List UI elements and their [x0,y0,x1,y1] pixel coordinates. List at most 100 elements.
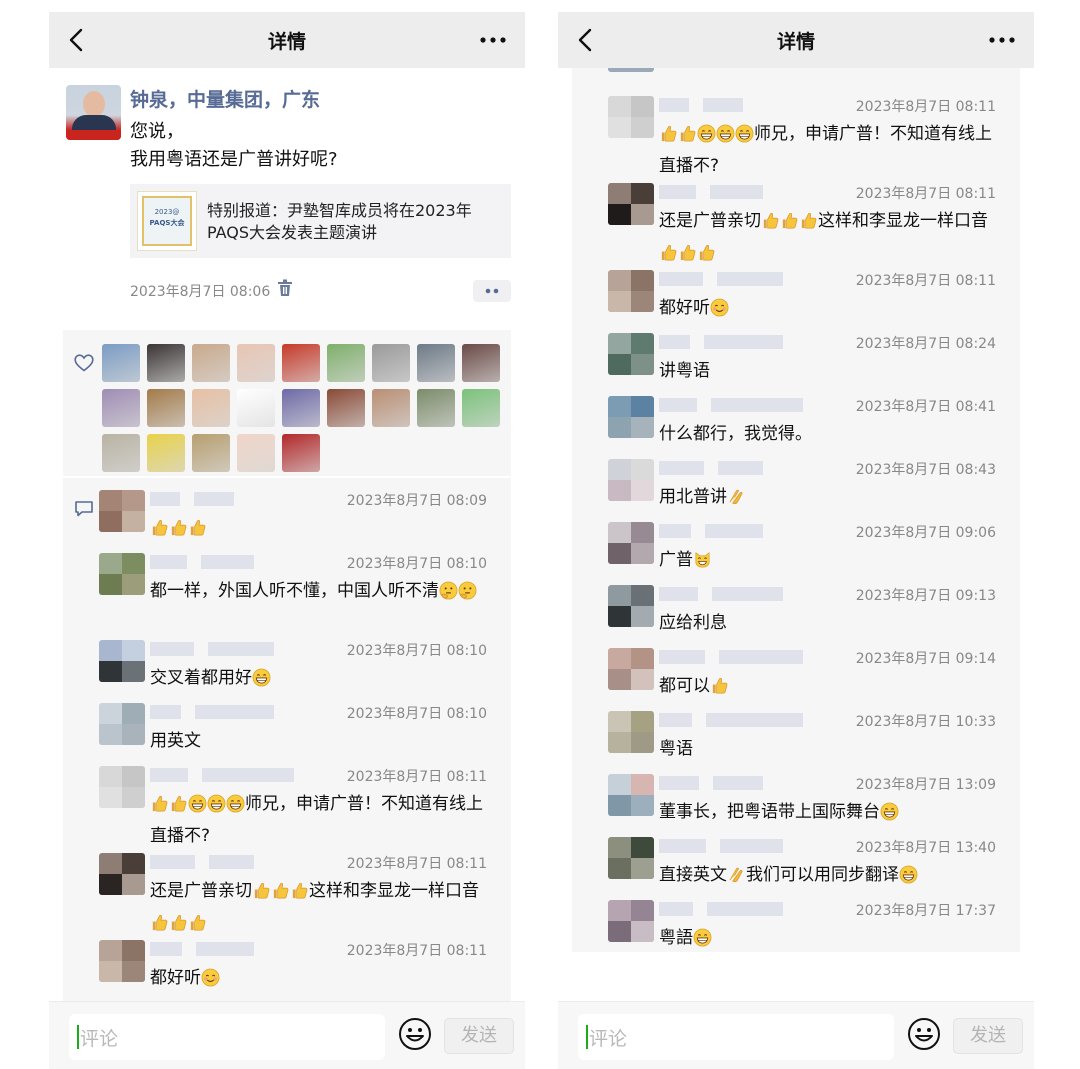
commenter-name-blurred[interactable] [150,768,300,784]
commenter-name-blurred[interactable] [659,713,809,729]
comment-input[interactable]: 评论 [578,1014,894,1060]
comment-timestamp: 2023年8月7日 08:11 [855,186,996,202]
commenter-avatar[interactable] [608,270,654,312]
commenter-avatar[interactable] [99,490,145,532]
comment-text: 都一样，外国人听不懂，中国人听不清 [150,577,492,609]
post-text-line: 我用粤语还是广普讲好呢? [130,149,338,170]
commenter-avatar[interactable] [608,585,654,627]
liker-avatar[interactable] [237,344,275,382]
commenter-avatar[interactable] [608,774,654,816]
liker-avatar[interactable] [102,389,140,427]
like-comment-menu-button[interactable] [473,280,511,302]
more-icon[interactable] [986,30,1018,50]
commenter-avatar[interactable] [608,459,654,501]
thumb-emoji-icon [780,211,799,239]
commenter-avatar[interactable] [608,837,654,879]
commenter-name-blurred[interactable] [659,902,809,918]
commenter-name-blurred[interactable] [659,335,809,351]
emoji-icon[interactable] [907,1017,941,1051]
commenter-name-blurred[interactable] [659,587,809,603]
comment-timestamp: 2023年8月7日 08:41 [855,399,996,415]
commenter-name-blurred[interactable] [150,642,300,658]
thumb-emoji-icon [150,913,169,941]
emoji-icon[interactable] [398,1017,432,1051]
commenter-avatar[interactable] [99,766,145,808]
commenter-avatar[interactable] [608,96,654,138]
commenter-name-blurred[interactable] [659,776,809,792]
comment-text: 师兄，申请广普！不知道有线上直播不? [150,794,483,846]
commenter-name-blurred[interactable] [659,272,809,288]
thumb-emoji-icon [799,211,818,239]
thumb-emoji-icon [678,124,697,152]
thumb-emoji-icon [659,124,678,152]
text-caret [586,1025,588,1049]
page-title: 详情 [776,31,815,53]
commenter-avatar[interactable] [99,853,145,895]
cat-emoji-icon [693,550,712,578]
commenter-avatar[interactable] [608,522,654,564]
send-button[interactable]: 发送 [444,1018,514,1054]
liker-avatar[interactable] [462,389,500,427]
liker-avatar[interactable] [417,344,455,382]
liker-avatar[interactable] [192,434,230,472]
commenter-avatar[interactable] [99,640,145,682]
commenter-name-blurred[interactable] [150,555,300,571]
commenter-avatar[interactable] [608,900,654,942]
liker-avatar[interactable] [237,389,275,427]
liker-avatar[interactable] [102,434,140,472]
commenter-avatar[interactable] [608,648,654,690]
commenter-name-blurred[interactable] [659,98,809,114]
commenter-name-blurred[interactable] [659,839,809,855]
liker-avatar[interactable] [282,344,320,382]
send-button[interactable]: 发送 [953,1018,1023,1054]
comment-timestamp: 2023年8月7日 13:40 [855,840,996,856]
liker-avatar[interactable] [327,389,365,427]
post-detail-content: 钟泉，中量集团，广东 您说， 我用粤语还是广普讲好呢? 2023@ PAQS大会 … [49,68,525,1001]
commenter-avatar[interactable] [99,940,145,982]
comment-text: 都可以 [659,672,1001,704]
navigation-bar: 详情 [49,12,525,68]
liker-avatar[interactable] [372,344,410,382]
comment-text: 师兄，申请广普！不知道有线上直播不? [659,124,992,176]
commenter-name-blurred[interactable] [150,942,300,958]
commenter-name-blurred[interactable] [659,650,809,666]
liker-avatar[interactable] [462,344,500,382]
commenter-avatar[interactable] [99,703,145,745]
post-author-name[interactable]: 钟泉，中量集团，广东 [130,85,320,112]
commenter-name-blurred[interactable] [659,185,809,201]
comment-input[interactable]: 评论 [69,1014,385,1060]
commenter-avatar[interactable] [608,68,654,72]
liker-avatar[interactable] [327,344,365,382]
commenter-avatar[interactable] [608,333,654,375]
commenter-avatar[interactable] [99,553,145,595]
liker-avatar[interactable] [102,344,140,382]
commenter-name-blurred[interactable] [150,855,300,871]
thumb-emoji-icon [169,794,188,822]
liker-avatar[interactable] [192,389,230,427]
liker-avatar[interactable] [282,434,320,472]
commenter-name-blurred[interactable] [659,461,809,477]
commenter-name-blurred[interactable] [659,398,809,414]
thumbnail-caption: 2023@ [154,208,180,216]
liker-avatar[interactable] [147,434,185,472]
shared-article-card[interactable]: 2023@ PAQS大会 特别报道：尹塾智库成员将在2023年PAQS大会发表主题… [130,184,511,258]
grin-emoji-icon [735,124,754,152]
thumb-emoji-icon [761,211,780,239]
commenter-avatar[interactable] [608,396,654,438]
more-icon[interactable] [477,30,509,50]
liker-avatar[interactable] [282,389,320,427]
comment-timestamp: 2023年8月7日 08:10 [346,643,487,659]
liker-avatar[interactable] [192,344,230,382]
liker-avatar[interactable] [147,344,185,382]
commenter-name-blurred[interactable] [659,524,809,540]
author-avatar[interactable] [66,85,121,140]
liker-avatar[interactable] [237,434,275,472]
commenter-avatar[interactable] [608,711,654,753]
commenter-name-blurred[interactable] [150,492,300,508]
liker-avatar[interactable] [372,389,410,427]
trash-icon[interactable] [277,279,293,297]
commenter-name-blurred[interactable] [150,705,300,721]
liker-avatar[interactable] [147,389,185,427]
liker-avatar[interactable] [417,389,455,427]
commenter-avatar[interactable] [608,183,654,225]
